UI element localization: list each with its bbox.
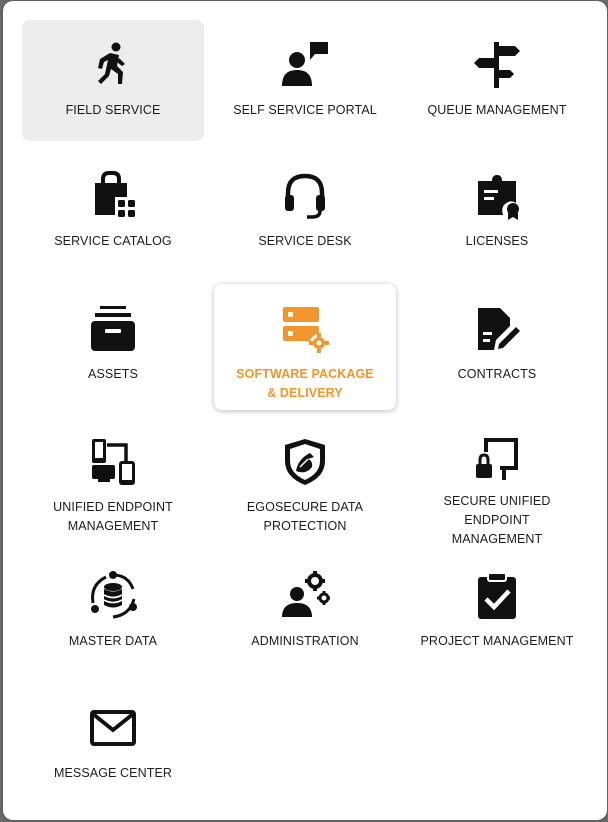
shopping-bag-grid-icon — [85, 168, 141, 224]
envelope-icon — [85, 700, 141, 756]
admin-gears-icon — [277, 568, 333, 624]
tile-service-desk[interactable]: SERVICE DESK — [214, 151, 396, 273]
tile-label: QUEUE MANAGEMENT — [427, 103, 567, 117]
tile-message-center[interactable]: MESSAGE CENTER — [22, 683, 204, 805]
tile-label: SOFTWARE PACKAGE & DELIVERY — [236, 367, 374, 400]
license-certificate-icon — [469, 168, 525, 224]
tile-egosecure-data-protection[interactable]: EGOSECURE DATA PROTECTION — [214, 417, 396, 545]
tile-label: SERVICE DESK — [258, 234, 352, 248]
running-person-icon — [85, 37, 141, 93]
tile-field-service[interactable]: FIELD SERVICE — [22, 20, 204, 141]
tile-label: UNIFIED ENDPOINT MANAGEMENT — [53, 500, 173, 533]
tile-label: EGOSECURE DATA PROTECTION — [246, 500, 364, 533]
devices-icon — [85, 434, 141, 490]
tile-label: SELF SERVICE PORTAL — [233, 103, 377, 117]
tile-project-management[interactable]: PROJECT MANAGEMENT — [406, 551, 588, 673]
tile-service-catalog[interactable]: SERVICE CATALOG — [22, 151, 204, 273]
headset-icon — [277, 168, 333, 224]
person-flag-icon — [277, 37, 333, 93]
tile-label: MESSAGE CENTER — [53, 766, 173, 780]
tile-label: ADMINISTRATION — [251, 634, 359, 648]
tile-secure-unified-endpoint-management[interactable]: SECURE UNIFIED ENDPOINT MANAGEMENT — [406, 417, 588, 546]
tile-label: SERVICE CATALOG — [54, 234, 172, 248]
server-gear-icon — [277, 301, 333, 357]
tile-contracts[interactable]: CONTRACTS — [406, 284, 588, 410]
tile-label: PROJECT MANAGEMENT — [420, 634, 574, 648]
tile-self-service-portal[interactable]: SELF SERVICE PORTAL — [214, 20, 396, 141]
tile-label: SECURE UNIFIED ENDPOINT MANAGEMENT — [443, 494, 551, 546]
tile-label: ASSETS — [88, 367, 138, 381]
tile-licenses[interactable]: LICENSES — [406, 151, 588, 273]
lock-devices-icon — [469, 434, 525, 484]
signpost-icon — [469, 37, 525, 93]
tile-administration[interactable]: ADMINISTRATION — [214, 551, 396, 673]
tile-master-data[interactable]: MASTER DATA — [22, 551, 204, 673]
tile-unified-endpoint-management[interactable]: UNIFIED ENDPOINT MANAGEMENT — [22, 417, 204, 545]
shield-icon — [277, 434, 333, 490]
app-launcher-panel: FIELD SERVICE SELF SERVICE PORTAL QUEUE … — [3, 1, 607, 820]
tile-label: LICENSES — [465, 234, 529, 248]
contract-pen-icon — [469, 301, 525, 357]
clipboard-check-icon — [469, 568, 525, 624]
tile-label: CONTRACTS — [457, 367, 537, 381]
tile-assets[interactable]: ASSETS — [22, 284, 204, 410]
tile-software-package-delivery[interactable]: SOFTWARE PACKAGE & DELIVERY — [214, 284, 396, 410]
archive-box-icon — [85, 301, 141, 357]
tile-label: FIELD SERVICE — [65, 103, 161, 117]
tile-queue-management[interactable]: QUEUE MANAGEMENT — [406, 20, 588, 141]
tile-label: MASTER DATA — [68, 634, 158, 648]
database-cycle-icon — [85, 568, 141, 624]
